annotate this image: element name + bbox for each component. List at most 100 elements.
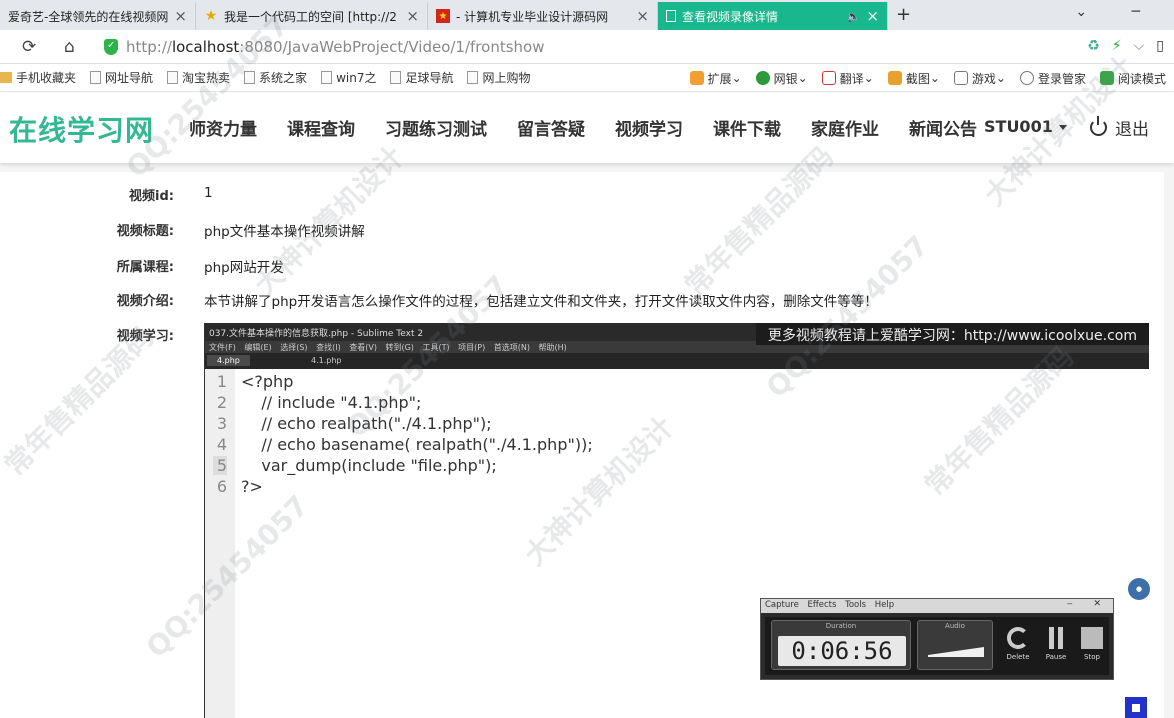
audio-meter[interactable] (928, 647, 984, 657)
tool-bank[interactable]: 网银 ⌄ (755, 70, 808, 87)
nav-item-courses[interactable]: 课程查询 (287, 115, 355, 140)
tool-reading-mode[interactable]: 阅读模式 (1099, 70, 1166, 87)
tool-screenshot[interactable]: 截图 ⌄ (887, 70, 940, 87)
new-tab-icon[interactable]: + (896, 4, 911, 25)
duration-label: Duration (825, 622, 857, 630)
browser-tab-space[interactable]: ★ 我是一个代码工的空间 [http://2 × (196, 2, 428, 30)
detail-row-title: 视频标题: php文件基本操作视频讲解 (0, 220, 1174, 250)
star-icon: ★ (204, 8, 218, 24)
tool-login-manager[interactable]: 登录管家 (1019, 70, 1086, 87)
grid-icon (689, 71, 704, 85)
detail-row-course: 所属课程: php网站开发 (0, 256, 1174, 286)
detail-label: 视频介绍: (116, 294, 174, 309)
scissors-icon (887, 71, 902, 85)
lightning-icon[interactable]: ⚡ (1112, 38, 1122, 54)
dropdown-icon[interactable]: ⌵ (1134, 38, 1145, 54)
logout-button[interactable]: 退出 (1090, 115, 1149, 140)
refresh-green-icon[interactable]: ♻ (1087, 38, 1100, 54)
nav-item-news[interactable]: 新闻公告 (909, 115, 977, 140)
detail-value: 本节讲解了php开发语言怎么操作文件的过程，包括建立文件和文件夹，打开文件读取文… (204, 294, 878, 310)
site-logo[interactable]: 在线学习网 (9, 109, 154, 149)
nav-item-messages[interactable]: 留言答疑 (517, 115, 585, 140)
close-icon[interactable]: ‒ ✕ (1067, 599, 1107, 609)
detail-label: 视频学习: (116, 329, 174, 344)
toolbar-tools: 扩展 ⌄ 网银 ⌄ 翻译 ⌄ 截图 ⌄ 游戏 ⌄ 登录管家 阅读模式 (689, 64, 1166, 92)
pause-button[interactable]: Pause (1039, 625, 1073, 661)
bookmark-item[interactable]: 淘宝热卖 (167, 69, 230, 86)
page-icon (321, 71, 333, 84)
tab-title: 爱奇艺-全球领先的在线视频网站 (8, 9, 169, 24)
gamepad-icon (953, 71, 968, 85)
bookmark-item[interactable]: 网上购物 (467, 69, 530, 86)
detail-label: 所属课程: (116, 260, 174, 275)
browser-tab-video-detail[interactable]: 查看视频录像详情 🔈 × (658, 2, 888, 30)
close-icon[interactable]: × (866, 7, 879, 25)
capture-widget[interactable]: Capture Effects Tools Help ‒ ✕ Duration … (760, 598, 1114, 680)
url-text: http://localhost:8080/JavaWebProject/Vid… (126, 38, 545, 56)
bookmark-item[interactable]: 足球导航 (390, 69, 453, 86)
menu-icon[interactable]: ▯ (1156, 38, 1164, 54)
bookmark-item[interactable]: win7之 (321, 69, 376, 86)
page-icon (167, 71, 179, 84)
address-bar: ⟳ ⌂ http://localhost:8080/JavaWebProject… (0, 30, 1174, 64)
video-editor-tabs: 4.php 4.1.php (205, 353, 1149, 369)
duration-panel: Duration 0:06:56 (771, 620, 911, 670)
browser-tab-iqiyi[interactable]: 爱奇艺-全球领先的在线视频网站 × (0, 2, 196, 30)
side-widget-icon[interactable]: ● (1128, 578, 1150, 600)
document-icon (666, 10, 676, 22)
tool-games[interactable]: 游戏 ⌄ (953, 70, 1006, 87)
audio-label: Audio (945, 622, 965, 630)
nav-item-downloads[interactable]: 课件下载 (713, 115, 781, 140)
bookmark-item[interactable]: 网址导航 (90, 69, 153, 86)
book-icon (1099, 71, 1114, 85)
pause-icon (1049, 627, 1063, 649)
capture-menu-item[interactable]: Capture (765, 600, 799, 610)
browser-tab-source[interactable]: ★ - 计算机专业毕业设计源码网 × (428, 2, 658, 30)
detail-label: 视频id: (129, 189, 174, 204)
page-icon (390, 71, 402, 84)
bookmarks-bar: 手机收藏夹 网址导航 淘宝热卖 系统之家 win7之 足球导航 网上购物 扩展 … (0, 64, 1174, 92)
bookmark-item[interactable]: 手机收藏夹 (0, 69, 76, 86)
delete-button[interactable]: Delete (1001, 625, 1035, 661)
nav-item-homework[interactable]: 家庭作业 (811, 115, 879, 140)
home-icon[interactable]: ⌂ (64, 37, 75, 57)
nav-item-videos[interactable]: 视频学习 (615, 115, 683, 140)
window-controls[interactable]: ⌄ ─ (1075, 4, 1160, 20)
close-icon[interactable]: × (174, 7, 187, 25)
site-header: 在线学习网 师资力量 课程查询 习题练习测试 留言答疑 视频学习 课件下载 家庭… (0, 93, 1174, 163)
stop-button[interactable]: Stop (1075, 625, 1109, 661)
nav-item-exercises[interactable]: 习题练习测试 (385, 115, 487, 140)
shield-icon (104, 39, 118, 55)
user-menu[interactable]: STU001 (984, 117, 1067, 136)
delete-icon (1007, 627, 1029, 649)
floating-square-icon[interactable] (1125, 697, 1147, 718)
detail-value: php文件基本操作视频讲解 (204, 224, 365, 240)
user-icon (1019, 71, 1034, 85)
tool-extensions[interactable]: 扩展 ⌄ (689, 70, 742, 87)
page-icon (90, 71, 102, 84)
page-icon (244, 71, 256, 84)
caret-down-icon (1058, 125, 1067, 130)
translate-icon (821, 71, 836, 85)
url-field[interactable]: http://localhost:8080/JavaWebProject/Vid… (104, 35, 1114, 59)
capture-menu-item[interactable]: Effects (808, 600, 837, 610)
editor-tab: 4.1.php (311, 356, 342, 365)
page-icon (467, 71, 479, 84)
folder-icon (0, 72, 12, 83)
close-icon[interactable]: × (406, 7, 419, 25)
page-scrollbar[interactable] (1164, 172, 1174, 718)
tool-translate[interactable]: 翻译 ⌄ (821, 70, 874, 87)
tab-title: 我是一个代码工的空间 [http://2 (224, 9, 397, 24)
reload-icon[interactable]: ⟳ (22, 37, 36, 57)
duration-readout: 0:06:56 (778, 636, 906, 666)
bank-icon (755, 71, 770, 85)
close-icon[interactable]: × (636, 7, 649, 25)
nav-item-teachers[interactable]: 师资力量 (189, 115, 257, 140)
flag-icon: ★ (436, 9, 450, 23)
stop-icon (1081, 627, 1103, 649)
capture-menu-item[interactable]: Help (875, 600, 894, 610)
audio-panel: Audio (917, 620, 993, 670)
detail-row-id: 视频id: 1 (0, 185, 1174, 215)
bookmark-item[interactable]: 系统之家 (244, 69, 307, 86)
capture-menu-item[interactable]: Tools (845, 600, 866, 610)
